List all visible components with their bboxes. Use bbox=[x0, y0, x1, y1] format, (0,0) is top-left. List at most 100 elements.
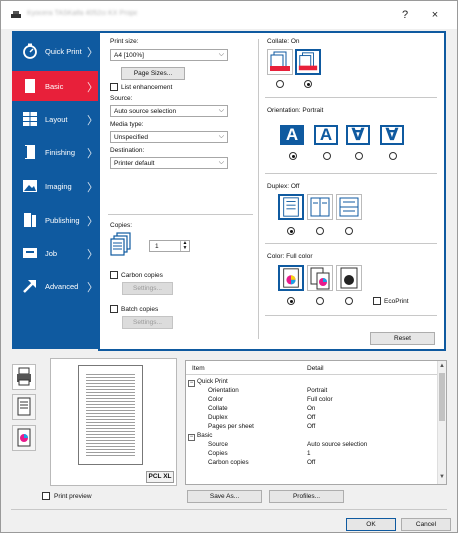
collapse-icon[interactable]: − bbox=[188, 434, 195, 441]
print-size-select[interactable]: A4 [100%] ⌵ bbox=[110, 49, 228, 61]
sidebar-item-finishing[interactable]: Finishing 〉 bbox=[12, 137, 98, 167]
scroll-up-icon[interactable]: ▲ bbox=[439, 363, 445, 369]
sidebar-item-basic[interactable]: Basic 〉 bbox=[12, 71, 98, 101]
copies-input[interactable]: 1 ▲ ▼ bbox=[149, 240, 190, 252]
print-preview-checkbox[interactable] bbox=[42, 492, 50, 500]
row-item: Duplex bbox=[208, 414, 228, 421]
table-group-row[interactable]: − Basic bbox=[186, 432, 438, 441]
black-white-icon bbox=[340, 267, 358, 289]
carbon-copies-checkbox[interactable] bbox=[110, 271, 118, 279]
collate-off-option[interactable] bbox=[267, 49, 293, 75]
collate-on-radio[interactable] bbox=[304, 80, 312, 88]
duplex-short-edge-option[interactable] bbox=[336, 194, 362, 220]
table-scrollbar[interactable]: ▲ ▼ bbox=[437, 361, 446, 484]
sidebar-item-label: Quick Print bbox=[45, 47, 82, 56]
chevron-right-icon: 〉 bbox=[87, 282, 98, 294]
page-sizes-button[interactable]: Page Sizes... bbox=[121, 67, 185, 80]
row-detail: Full color bbox=[307, 396, 333, 403]
copies-spinner[interactable]: ▲ ▼ bbox=[180, 241, 189, 251]
single-sided-icon bbox=[283, 197, 299, 217]
scroll-thumb[interactable] bbox=[439, 373, 445, 421]
sidebar-item-publishing[interactable]: Publishing 〉 bbox=[12, 205, 98, 235]
chevron-right-icon: 〉 bbox=[87, 249, 98, 261]
batch-copies-label: Batch copies bbox=[121, 306, 159, 313]
color-auto-radio[interactable] bbox=[316, 297, 324, 305]
footer-divider bbox=[11, 509, 447, 510]
column-header-detail: Detail bbox=[307, 365, 324, 372]
orientation-portrait-radio[interactable] bbox=[289, 152, 297, 160]
job-icon bbox=[23, 248, 37, 258]
pcl-xl-badge: PCL XL bbox=[146, 471, 174, 483]
table-row[interactable]: Carbon copies Off bbox=[186, 459, 438, 468]
list-enhancement-label: List enhancement bbox=[121, 84, 173, 91]
chevron-right-icon: 〉 bbox=[87, 47, 98, 59]
orientation-portrait-option[interactable]: A bbox=[280, 125, 304, 145]
duplex-long-edge-option[interactable] bbox=[307, 194, 333, 220]
color-black-white-option[interactable] bbox=[336, 265, 362, 291]
orientation-rotated-portrait-option[interactable]: ∀ bbox=[346, 125, 370, 145]
table-row[interactable]: Source Auto source selection bbox=[186, 441, 438, 450]
collapse-icon[interactable]: − bbox=[188, 380, 195, 387]
sidebar-item-label: Job bbox=[45, 249, 58, 258]
batch-copies-checkbox[interactable] bbox=[110, 305, 118, 313]
sidebar-item-job[interactable]: Job 〉 bbox=[12, 238, 98, 268]
image-icon bbox=[23, 180, 37, 192]
destination-select[interactable]: Printer default ⌵ bbox=[110, 157, 228, 169]
cancel-button[interactable]: Cancel bbox=[401, 518, 451, 531]
page-layout-tab[interactable] bbox=[12, 394, 36, 420]
table-row[interactable]: Pages per sheet Off bbox=[186, 423, 438, 432]
color-black-white-radio[interactable] bbox=[345, 297, 353, 305]
profiles-button[interactable]: Profiles... bbox=[269, 490, 344, 503]
carbon-settings-button[interactable]: Settings... bbox=[122, 282, 173, 295]
collated-icon bbox=[298, 52, 318, 71]
table-row[interactable]: Color Full color bbox=[186, 396, 438, 405]
duplex-long-edge-icon bbox=[310, 197, 330, 217]
ecoprint-label: EcoPrint bbox=[384, 298, 409, 305]
sidebar-item-quick-print[interactable]: Quick Print 〉 bbox=[12, 36, 98, 66]
duplex-off-radio[interactable] bbox=[287, 227, 295, 235]
orientation-rotated-portrait-radio[interactable] bbox=[355, 152, 363, 160]
sidebar-item-layout[interactable]: Layout 〉 bbox=[12, 104, 98, 134]
orientation-landscape-option[interactable]: A bbox=[314, 125, 338, 145]
orientation-rotated-landscape-option[interactable]: ∀ bbox=[380, 125, 404, 145]
color-full-radio[interactable] bbox=[287, 297, 295, 305]
color-full-option[interactable] bbox=[278, 265, 304, 291]
color-auto-option[interactable] bbox=[307, 265, 333, 291]
sidebar-item-advanced[interactable]: Advanced 〉 bbox=[12, 271, 98, 301]
reset-button[interactable]: Reset bbox=[370, 332, 435, 345]
media-type-select[interactable]: Unspecified ⌵ bbox=[110, 131, 228, 143]
preview-tab[interactable] bbox=[12, 364, 36, 390]
orientation-rotated-landscape-radio[interactable] bbox=[389, 152, 397, 160]
table-group-row[interactable]: − Quick Print bbox=[186, 378, 438, 387]
duplex-label: Duplex: Off bbox=[267, 183, 300, 190]
basic-settings-panel: Print size: A4 [100%] ⌵ Page Sizes... Lis… bbox=[98, 31, 446, 351]
row-item: Collate bbox=[208, 405, 228, 412]
collate-off-radio[interactable] bbox=[276, 80, 284, 88]
save-as-button[interactable]: Save As... bbox=[187, 490, 262, 503]
table-row[interactable]: Copies 1 bbox=[186, 450, 438, 459]
color-preview-tab[interactable] bbox=[12, 425, 36, 451]
list-enhancement-checkbox[interactable] bbox=[110, 83, 118, 91]
scroll-down-icon[interactable]: ▼ bbox=[439, 474, 445, 480]
sidebar-item-imaging[interactable]: Imaging 〉 bbox=[12, 171, 98, 201]
table-row[interactable]: Collate On bbox=[186, 405, 438, 414]
source-select[interactable]: Auto source selection ⌵ bbox=[110, 105, 228, 117]
table-row[interactable]: Duplex Off bbox=[186, 414, 438, 423]
collate-on-option[interactable] bbox=[295, 49, 321, 75]
table-row[interactable]: Orientation Portrait bbox=[186, 387, 438, 396]
help-button[interactable]: ? bbox=[394, 7, 416, 23]
duplex-off-option[interactable] bbox=[278, 194, 304, 220]
orientation-landscape-radio[interactable] bbox=[323, 152, 331, 160]
divider bbox=[265, 315, 437, 316]
advanced-arrow-icon bbox=[23, 280, 36, 293]
close-button[interactable]: × bbox=[424, 7, 446, 23]
ok-button[interactable]: OK bbox=[346, 518, 396, 531]
batch-settings-button[interactable]: Settings... bbox=[122, 316, 173, 329]
duplex-short-edge-radio[interactable] bbox=[345, 227, 353, 235]
divider bbox=[265, 173, 437, 174]
sidebar-item-label: Advanced bbox=[45, 282, 79, 291]
chevron-right-icon: 〉 bbox=[87, 115, 98, 127]
duplex-long-edge-radio[interactable] bbox=[316, 227, 324, 235]
ecoprint-checkbox[interactable] bbox=[373, 297, 381, 305]
print-size-label: Print size: bbox=[110, 38, 139, 45]
